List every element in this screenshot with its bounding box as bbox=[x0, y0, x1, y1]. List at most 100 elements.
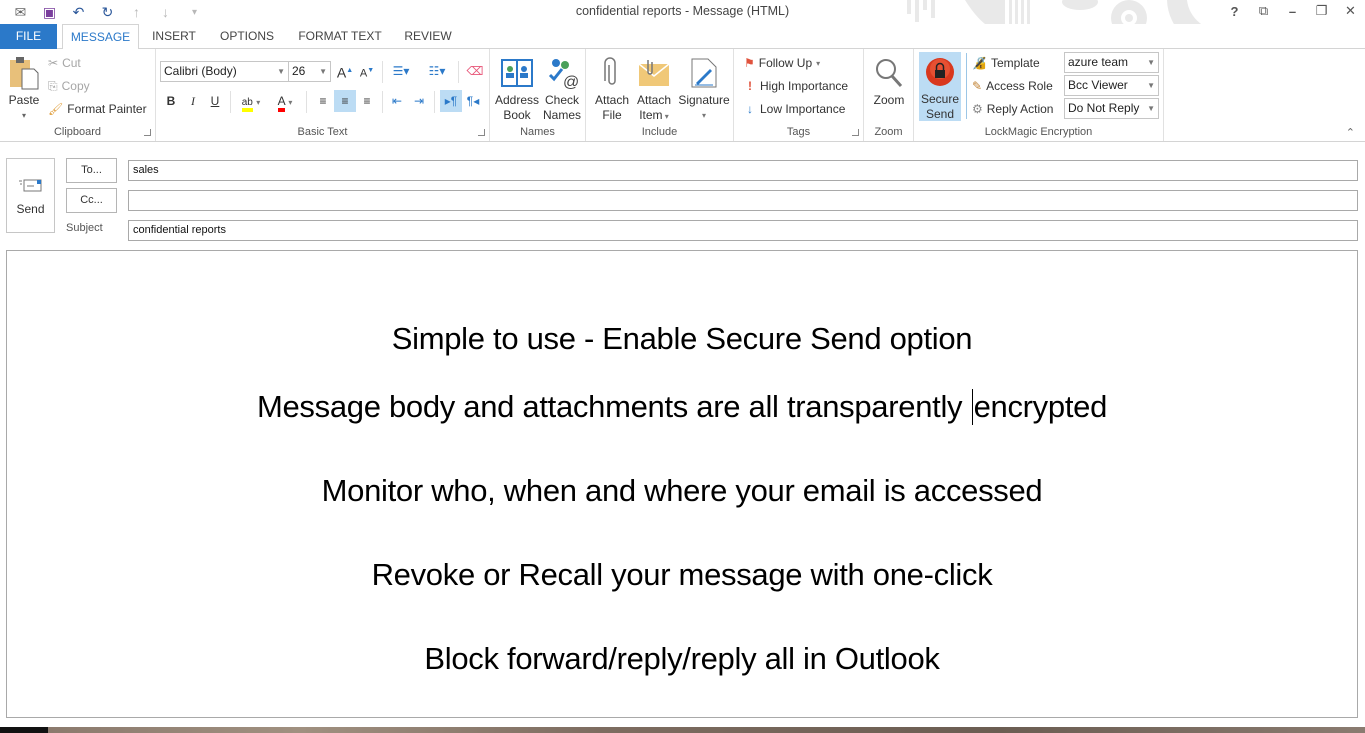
to-field[interactable]: sales bbox=[128, 160, 1358, 181]
tags-launcher-icon[interactable] bbox=[852, 129, 859, 136]
tab-message[interactable]: MESSAGE bbox=[62, 24, 139, 50]
attach-item-button[interactable]: Attach Item ▾ bbox=[634, 53, 674, 124]
reply-action-label: ⚙ Reply Action bbox=[972, 102, 1054, 116]
tab-options[interactable]: OPTIONS bbox=[213, 24, 281, 49]
address-book-icon bbox=[494, 53, 540, 93]
access-role-icon: ✎ bbox=[972, 79, 983, 93]
clipboard-launcher-icon[interactable] bbox=[144, 129, 151, 136]
ltr-direction-icon[interactable]: ▸¶ bbox=[440, 90, 462, 112]
restore-icon[interactable]: ❐ bbox=[1307, 3, 1336, 19]
high-importance-button[interactable]: ! High Importance bbox=[744, 76, 848, 96]
body-line: Message body and attachments are all tra… bbox=[256, 389, 1108, 425]
down-arrow-icon: ↓ bbox=[747, 102, 753, 116]
shrink-font-icon[interactable]: A▼ bbox=[356, 60, 378, 82]
low-importance-button[interactable]: ↓ Low Importance bbox=[744, 99, 845, 119]
highlight-button[interactable]: ab ▾ bbox=[236, 90, 266, 112]
chevron-down-icon: ▾ bbox=[662, 112, 669, 121]
separator bbox=[382, 91, 383, 113]
send-button[interactable]: Send bbox=[6, 158, 55, 233]
copy-icon: ⎘ bbox=[48, 78, 58, 93]
message-body[interactable]: Simple to use - Enable Secure Send optio… bbox=[6, 250, 1358, 718]
collapse-ribbon-icon[interactable]: ⌃ bbox=[1346, 126, 1355, 139]
separator bbox=[458, 61, 459, 83]
group-label: Include bbox=[641, 126, 678, 138]
align-left-icon[interactable]: ≡ bbox=[312, 90, 334, 112]
chevron-down-icon: ▾ bbox=[816, 58, 821, 68]
to-button[interactable]: To... bbox=[66, 158, 117, 183]
address-book-button[interactable]: Address Book bbox=[494, 53, 540, 123]
exclamation-icon: ! bbox=[748, 79, 752, 93]
window-controls: ? ⧉ – ❐ ✕ bbox=[1220, 0, 1365, 22]
ribbon: Paste ▾ ✂ Cut ⎘ Copy 🖌 Format Painter Clipb… bbox=[0, 49, 1365, 142]
font-name-combo[interactable]: Calibri (Body) ▼ bbox=[160, 61, 289, 82]
attach-file-button[interactable]: Attach File bbox=[590, 53, 634, 123]
clear-formatting-icon[interactable]: ⌫ bbox=[464, 60, 486, 82]
font-size-combo[interactable]: 26 ▼ bbox=[288, 61, 331, 82]
signature-button[interactable]: Signature ▾ bbox=[676, 53, 732, 123]
template-label: 🔏 Template bbox=[972, 56, 1040, 70]
names-group: Address Book @ Check Names Names bbox=[490, 49, 586, 141]
cc-button[interactable]: Cc... bbox=[66, 188, 117, 213]
access-role-label: ✎ Access Role bbox=[972, 79, 1053, 93]
help-icon[interactable]: ? bbox=[1220, 4, 1249, 19]
paste-icon bbox=[4, 53, 44, 93]
template-select[interactable]: azure team ▼ bbox=[1064, 52, 1159, 73]
zoom-button[interactable]: Zoom bbox=[866, 53, 912, 108]
body-line: Block forward/reply/reply all in Outlook bbox=[424, 641, 940, 676]
increase-indent-icon[interactable]: ⇥ bbox=[408, 90, 430, 112]
align-center-icon[interactable]: ≡ bbox=[334, 90, 356, 112]
bold-button[interactable]: B bbox=[160, 90, 182, 112]
svg-text:@: @ bbox=[563, 74, 578, 89]
secure-send-button[interactable]: Secure Send bbox=[919, 52, 961, 121]
minimize-icon[interactable]: – bbox=[1278, 4, 1307, 19]
window-title: confidential reports - Message (HTML) bbox=[575, 4, 790, 18]
tab-format-text[interactable]: FORMAT TEXT bbox=[290, 24, 390, 49]
ribbon-tabs: FILE MESSAGE INSERT OPTIONS FORMAT TEXT … bbox=[0, 24, 1365, 50]
reply-action-select[interactable]: Do Not Reply ▼ bbox=[1064, 98, 1159, 119]
access-role-select[interactable]: Bcc Viewer ▼ bbox=[1064, 75, 1159, 96]
copy-button[interactable]: ⎘ Copy bbox=[48, 76, 90, 96]
rtl-direction-icon[interactable]: ¶◂ bbox=[462, 90, 484, 112]
flag-icon: ⚑ bbox=[744, 56, 755, 70]
decrease-indent-icon[interactable]: ⇤ bbox=[386, 90, 408, 112]
subject-field[interactable]: confidential reports bbox=[128, 220, 1358, 241]
grow-font-icon[interactable]: A▲ bbox=[334, 60, 356, 82]
zoom-group: Zoom Zoom bbox=[864, 49, 914, 141]
bullets-icon[interactable]: ☰▾ bbox=[386, 60, 416, 82]
group-label: Zoom bbox=[874, 126, 903, 138]
format-painter-button[interactable]: 🖌 Format Painter bbox=[48, 99, 147, 119]
highlighter-icon: ab bbox=[241, 97, 253, 112]
italic-button[interactable]: I bbox=[182, 90, 204, 112]
tab-review[interactable]: REVIEW bbox=[398, 24, 458, 49]
ribbon-display-icon[interactable]: ⧉ bbox=[1249, 3, 1278, 19]
subject-label: Subject bbox=[66, 222, 103, 234]
body-line: Monitor who, when and where your email i… bbox=[321, 473, 1043, 508]
cut-button[interactable]: ✂ Cut bbox=[48, 53, 81, 73]
cc-field[interactable] bbox=[128, 190, 1358, 211]
basic-text-launcher-icon[interactable] bbox=[478, 129, 485, 136]
chevron-down-icon: ▾ bbox=[701, 111, 706, 120]
separator bbox=[306, 91, 307, 113]
chevron-down-icon: ▼ bbox=[1147, 104, 1155, 113]
tab-insert[interactable]: INSERT bbox=[145, 24, 203, 49]
tab-file[interactable]: FILE bbox=[0, 24, 57, 49]
numbering-icon[interactable]: ☷▾ bbox=[422, 60, 452, 82]
font-color-button[interactable]: A ▾ bbox=[270, 90, 300, 112]
scissors-icon: ✂ bbox=[48, 56, 59, 70]
align-right-icon[interactable]: ≡ bbox=[356, 90, 378, 112]
template-icon: 🔏 bbox=[972, 56, 987, 70]
font-color-icon: A bbox=[277, 94, 285, 112]
group-label: Basic Text bbox=[297, 126, 348, 138]
check-names-icon: @ bbox=[540, 53, 584, 93]
group-label: LockMagic Encryption bbox=[984, 126, 1093, 138]
chevron-down-icon: ▼ bbox=[1147, 58, 1155, 67]
underline-button[interactable]: U bbox=[204, 90, 226, 112]
check-names-button[interactable]: @ Check Names bbox=[540, 53, 584, 123]
chevron-down-icon: ▼ bbox=[277, 67, 285, 76]
lock-icon bbox=[919, 52, 961, 92]
follow-up-button[interactable]: ⚑ Follow Up ▾ bbox=[744, 53, 820, 73]
text-caret bbox=[971, 389, 973, 425]
close-icon[interactable]: ✕ bbox=[1336, 3, 1365, 19]
paste-button[interactable]: Paste ▾ bbox=[4, 53, 44, 123]
group-label: Clipboard bbox=[53, 126, 102, 138]
